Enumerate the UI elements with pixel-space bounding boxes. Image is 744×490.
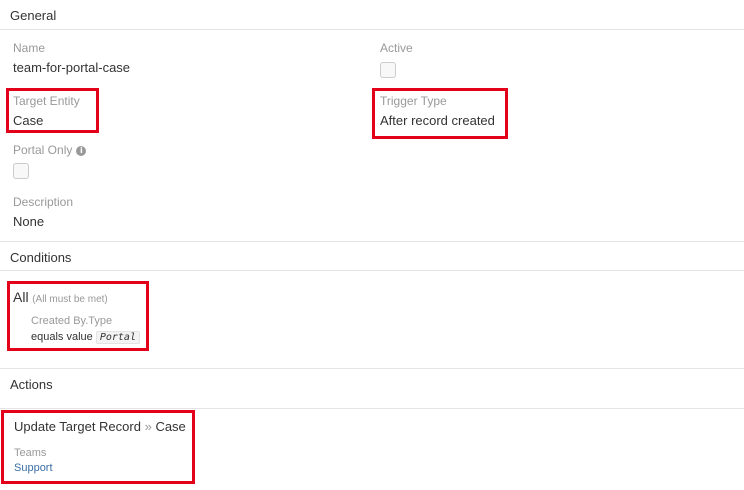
action-separator: » <box>144 419 152 434</box>
condition-operator: equals value <box>31 331 93 343</box>
description-value: None <box>13 214 45 229</box>
actions-panel-heading: Actions <box>0 368 744 409</box>
trigger-type-label: Trigger Type <box>380 94 447 108</box>
active-label: Active <box>380 41 413 55</box>
trigger-type-value: After record created <box>380 113 495 128</box>
target-entity-value: Case <box>13 113 44 128</box>
action-field-value-link[interactable]: Support <box>14 462 53 474</box>
general-panel-heading: General <box>0 0 744 30</box>
action-title: Update Target Record <box>14 419 141 434</box>
conditions-heading: Conditions <box>10 250 72 265</box>
conditions-group-label: All <box>13 289 29 305</box>
condition-rule: equals value Portal <box>31 331 140 344</box>
conditions-group-note: (All must be met) <box>32 294 108 305</box>
actions-heading: Actions <box>10 377 53 392</box>
name-value: team-for-portal-case <box>13 60 131 75</box>
action-target: Case <box>155 419 186 434</box>
active-checkbox[interactable] <box>380 62 396 78</box>
condition-field: Created By.Type <box>31 315 113 327</box>
action-field-label: Teams <box>14 447 47 459</box>
action-title-row: Update Target Record » Case <box>14 419 186 434</box>
info-icon[interactable]: i <box>76 146 87 156</box>
portal-only-checkbox[interactable] <box>13 163 29 179</box>
portal-only-label: Portal Only <box>13 143 73 157</box>
conditions-group: All (All must be met) <box>13 289 108 305</box>
general-heading: General <box>10 8 57 23</box>
portal-only-label-row: Portal Only i <box>13 143 87 157</box>
name-label: Name <box>13 41 46 55</box>
condition-value: Portal <box>95 331 140 344</box>
description-label: Description <box>13 195 74 209</box>
conditions-panel-heading: Conditions <box>0 241 744 271</box>
target-entity-label: Target Entity <box>13 94 80 108</box>
